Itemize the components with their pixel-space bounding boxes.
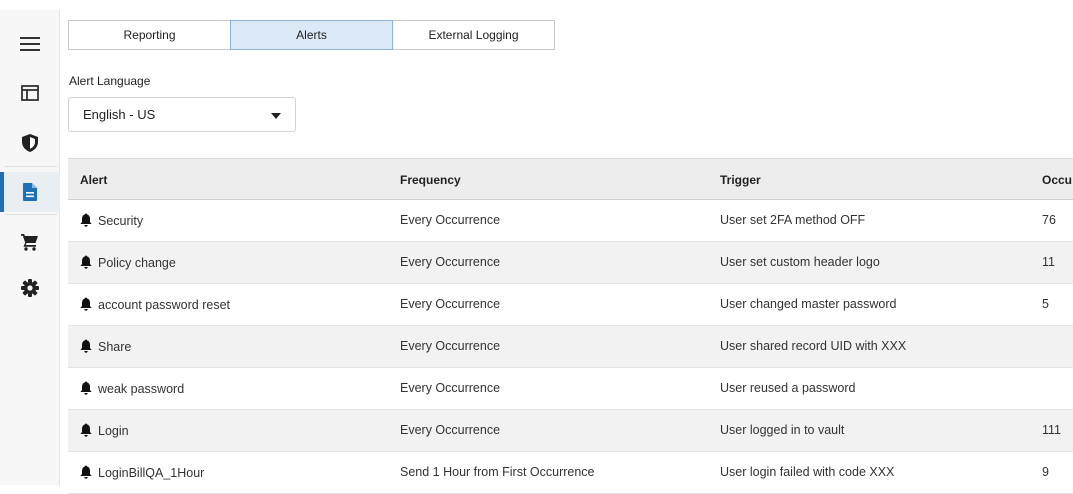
- trigger-cell: User set 2FA method OFF: [720, 213, 866, 227]
- column-header-alert[interactable]: Alert: [80, 173, 107, 187]
- sidebar-divider: [5, 166, 57, 167]
- main-content: Reporting Alerts External Logging Alert …: [60, 10, 1073, 494]
- trigger-cell: User reused a password: [720, 381, 856, 395]
- alert-cell: Security: [80, 213, 143, 228]
- trigger-cell: User set custom header logo: [720, 255, 880, 269]
- column-header-occurrences[interactable]: Occu: [1042, 173, 1072, 187]
- menu-icon: [20, 37, 40, 51]
- tab-external-logging[interactable]: External Logging: [392, 20, 555, 50]
- bell-icon: [80, 297, 92, 311]
- frequency-cell: Send 1 Hour from First Occurrence: [400, 465, 595, 479]
- bell-icon: [80, 213, 92, 227]
- bell-icon: [80, 465, 92, 479]
- occurrences-cell: 5: [1042, 297, 1049, 311]
- alert-language-select[interactable]: English - US: [68, 97, 296, 132]
- layout-icon: [21, 85, 39, 101]
- alert-language-label: Alert Language: [69, 74, 151, 88]
- occurrences-cell: 11: [1042, 255, 1055, 269]
- alert-cell: LoginBillQA_1Hour: [80, 465, 204, 480]
- cart-icon: [21, 234, 38, 251]
- alert-name: Policy change: [98, 256, 176, 270]
- trigger-cell: User logged in to vault: [720, 423, 845, 437]
- column-header-trigger[interactable]: Trigger: [720, 173, 761, 187]
- caret-down-icon: [271, 113, 281, 119]
- table-row[interactable]: weak password Every Occurrence User reus…: [68, 368, 1073, 410]
- tab-reporting[interactable]: Reporting: [68, 20, 231, 50]
- bell-icon: [80, 339, 92, 353]
- sidebar: [0, 10, 60, 485]
- table-row[interactable]: account password reset Every Occurrence …: [68, 284, 1073, 326]
- occurrences-cell: 9: [1042, 465, 1049, 479]
- alert-cell: Login: [80, 423, 129, 438]
- frequency-cell: Every Occurrence: [400, 255, 501, 269]
- tab-alerts[interactable]: Alerts: [230, 20, 393, 50]
- frequency-cell: Every Occurrence: [400, 213, 501, 227]
- trigger-cell: User shared record UID with XXX: [720, 339, 907, 353]
- frequency-cell: Every Occurrence: [400, 381, 501, 395]
- dashboard-button[interactable]: [0, 73, 60, 113]
- alert-name: weak password: [98, 382, 185, 396]
- alert-cell: Policy change: [80, 255, 176, 270]
- frequency-cell: Every Occurrence: [400, 339, 501, 353]
- alert-name: LoginBillQA_1Hour: [98, 466, 205, 480]
- alert-name: Security: [98, 214, 144, 228]
- top-strip: [0, 0, 1073, 10]
- table-row[interactable]: LoginBillQA_1Hour Send 1 Hour from First…: [68, 452, 1073, 494]
- trigger-cell: User login failed with code XXX: [720, 465, 895, 479]
- occurrences-cell: 76: [1042, 213, 1056, 227]
- alert-language-value: English - US: [83, 107, 156, 122]
- bell-icon: [80, 255, 92, 269]
- menu-button[interactable]: [0, 24, 60, 64]
- alert-name: Login: [98, 424, 129, 438]
- alert-cell: weak password: [80, 381, 184, 396]
- alerts-table: Alert Frequency Trigger Occu Security Ev…: [68, 158, 1073, 494]
- alert-cell: account password reset: [80, 297, 230, 312]
- alert-name: Share: [98, 340, 132, 354]
- security-button[interactable]: [0, 123, 60, 163]
- alert-cell: Share: [80, 339, 131, 354]
- document-icon: [23, 183, 37, 201]
- table-row[interactable]: Security Every Occurrence User set 2FA m…: [68, 200, 1073, 242]
- table-row[interactable]: Policy change Every Occurrence User set …: [68, 242, 1073, 284]
- table-header: Alert Frequency Trigger Occu: [68, 158, 1073, 200]
- frequency-cell: Every Occurrence: [400, 297, 501, 311]
- table-row[interactable]: Share Every Occurrence User shared recor…: [68, 326, 1073, 368]
- gear-icon: [21, 279, 39, 297]
- trigger-cell: User changed master password: [720, 297, 897, 311]
- cart-button[interactable]: [0, 222, 60, 262]
- column-header-frequency[interactable]: Frequency: [400, 173, 461, 187]
- occurrences-cell: 111: [1042, 423, 1062, 437]
- bell-icon: [80, 423, 92, 437]
- table-row[interactable]: Login Every Occurrence User logged in to…: [68, 410, 1073, 452]
- reports-button[interactable]: [0, 172, 60, 212]
- sidebar-divider: [5, 214, 57, 215]
- frequency-cell: Every Occurrence: [400, 423, 501, 437]
- bell-icon: [80, 381, 92, 395]
- shield-icon: [22, 134, 38, 152]
- tab-bar: Reporting Alerts External Logging: [68, 20, 555, 50]
- settings-button[interactable]: [0, 268, 60, 308]
- alert-name: account password reset: [98, 298, 231, 312]
